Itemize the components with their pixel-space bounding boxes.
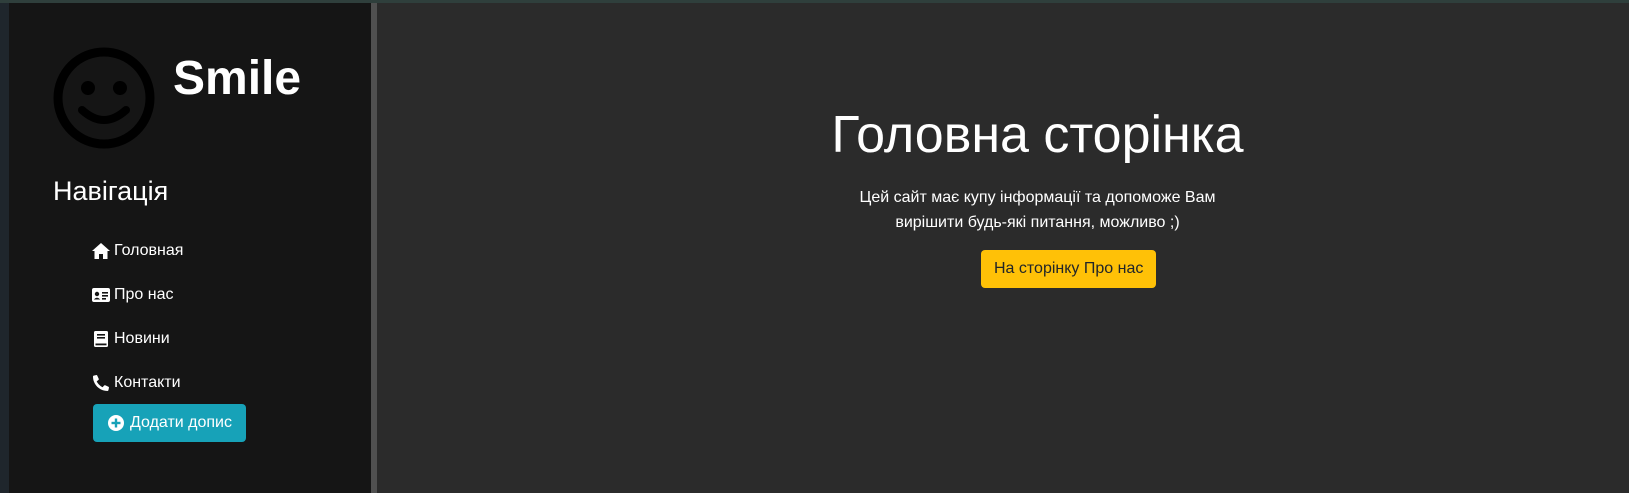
nav-item-about[interactable]: Про нас [92, 273, 183, 317]
nav-item-home[interactable]: Головная [92, 229, 183, 273]
plus-circle-icon [107, 414, 125, 432]
nav-item-news[interactable]: Новини [92, 317, 183, 361]
add-post-label: Додати допис [130, 414, 232, 431]
brand-title[interactable]: Smile [173, 55, 301, 103]
smiley-face-icon [53, 47, 155, 149]
nav-item-label: Про нас [114, 286, 174, 303]
add-post-button[interactable]: Додати допис [93, 404, 246, 442]
left-edge [0, 3, 9, 493]
sidebar: Smile Навігація Головная Про нас Новини … [9, 3, 371, 493]
page-title: Головна сторінка [831, 106, 1244, 164]
page-description: Цей сайт має купу інформації та допоможе… [377, 185, 1629, 235]
nav-item-contacts[interactable]: Контакти [92, 361, 183, 405]
description-line-1: Цей сайт має купу інформації та допоможе… [859, 189, 1216, 206]
nav-list: Головная Про нас Новини Контакти [92, 229, 183, 405]
about-page-button[interactable]: На сторінку Про нас [981, 250, 1157, 288]
description-line-2: вирішити будь-які питання, можливо ;) [895, 214, 1180, 231]
main-content: Головна сторінка Цей сайт має купу інфор… [377, 3, 1629, 493]
app-window: Smile Навігація Головная Про нас Новини … [0, 0, 1629, 493]
phone-icon [92, 374, 110, 392]
nav-heading: Навігація [53, 176, 169, 206]
nav-item-label: Головная [114, 242, 184, 259]
id-card-icon [92, 286, 110, 304]
nav-item-label: Контакти [114, 374, 181, 391]
nav-item-label: Новини [114, 330, 170, 347]
home-icon [92, 242, 110, 260]
book-icon [92, 330, 110, 348]
